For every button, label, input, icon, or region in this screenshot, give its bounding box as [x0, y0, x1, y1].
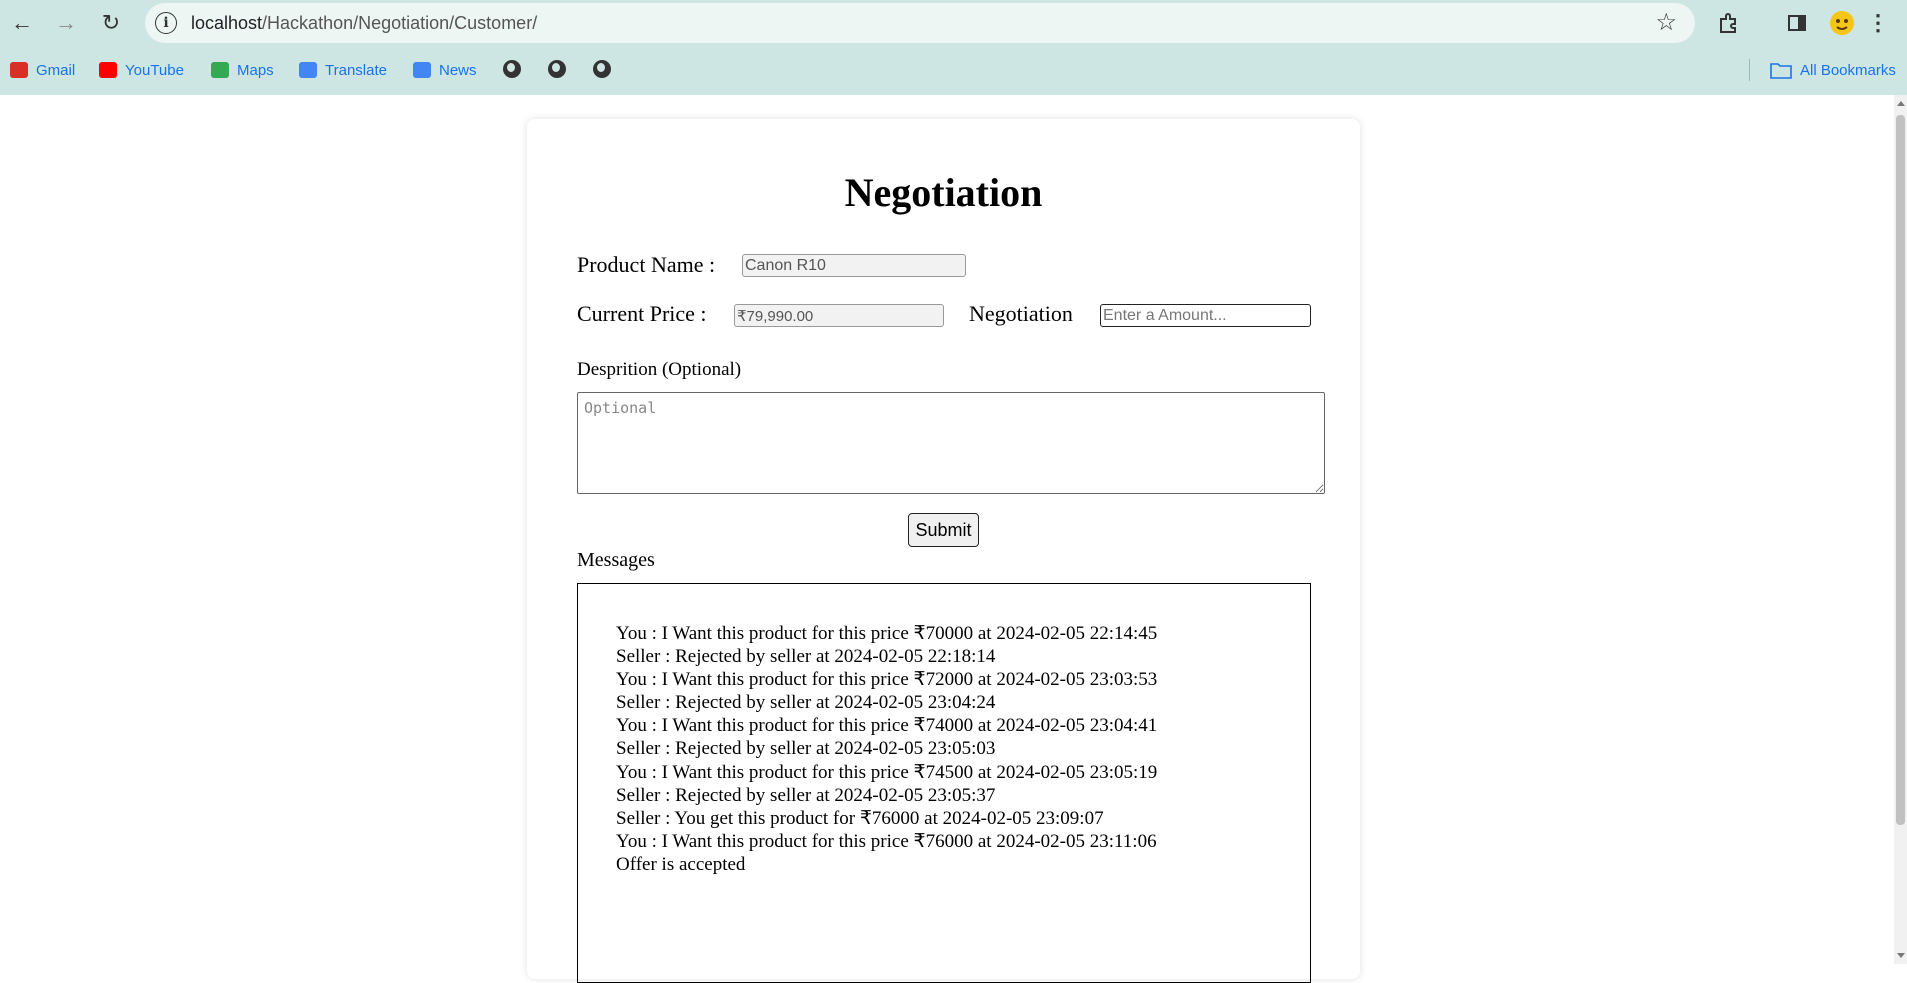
- bookmark-label: News: [439, 61, 477, 79]
- page-title: Negotiation: [844, 170, 1043, 215]
- messages-label: Messages: [577, 549, 655, 571]
- translate-icon: [299, 62, 317, 78]
- message-item: You : I Want this product for this price…: [616, 761, 1158, 783]
- description-label: Desprition (Optional): [577, 359, 742, 380]
- message-item: You : I Want this product for this price…: [616, 715, 1158, 737]
- bookmark-label: Translate: [325, 61, 387, 79]
- menu-icon[interactable]: ⋮: [1867, 8, 1889, 38]
- globe-icon[interactable]: [503, 60, 521, 78]
- bookmark-youtube[interactable]: YouTube: [99, 56, 184, 84]
- message-item: Offer is accepted: [616, 853, 746, 875]
- negotiation-amount-input[interactable]: Enter a Amount...: [1100, 304, 1311, 327]
- extensions-icon[interactable]: [1716, 8, 1742, 38]
- description-textarea[interactable]: [577, 392, 1325, 494]
- bookmark-gmail[interactable]: Gmail: [10, 56, 75, 84]
- message-item: You : I Want this product for this price…: [616, 830, 1157, 852]
- bookmark-label: Maps: [237, 61, 274, 79]
- gmail-icon: [10, 62, 28, 78]
- scrollbar-thumb[interactable]: [1896, 115, 1905, 825]
- message-list: You : I Want this product for this price…: [616, 622, 1157, 876]
- bookmark-label: Gmail: [36, 61, 76, 79]
- message-item: Seller : Rejected by seller at 2024-02-0…: [616, 646, 996, 668]
- url-text[interactable]: localhost/Hackathon/Negotiation/Customer…: [191, 13, 537, 34]
- bookmark-star-icon[interactable]: ☆: [1655, 8, 1677, 37]
- url-path: /Hackathon/Negotiation/Customer/: [262, 13, 538, 33]
- maps-icon: [211, 62, 229, 78]
- back-icon[interactable]: ←: [7, 8, 37, 38]
- bookmark-news[interactable]: News: [413, 56, 477, 84]
- messages-box[interactable]: You : I Want this product for this price…: [577, 583, 1311, 983]
- product-name-label: Product Name :: [577, 252, 716, 277]
- message-item: Seller : Rejected by seller at 2024-02-0…: [616, 784, 996, 806]
- scroll-up-icon[interactable]: [1897, 101, 1905, 106]
- current-price-label: Current Price :: [577, 301, 707, 326]
- forward-icon[interactable]: →: [51, 8, 81, 38]
- url-host: localhost: [191, 13, 263, 33]
- address-bar[interactable]: i localhost/Hackathon/Negotiation/Custom…: [145, 3, 1695, 43]
- message-item: Seller : Rejected by seller at 2024-02-0…: [616, 738, 996, 760]
- message-item: Seller : You get this product for ₹76000…: [616, 807, 1104, 829]
- site-info-icon[interactable]: i: [155, 12, 177, 34]
- profile-avatar[interactable]: [1828, 8, 1856, 38]
- bookmark-maps[interactable]: Maps: [211, 56, 274, 84]
- submit-button[interactable]: Submit: [908, 513, 979, 547]
- all-bookmarks-label: All Bookmarks: [1800, 61, 1896, 79]
- globe-icon[interactable]: [593, 60, 611, 78]
- folder-icon: [1770, 63, 1792, 79]
- page-scrollbar[interactable]: [1894, 95, 1907, 964]
- all-bookmarks[interactable]: All Bookmarks: [1770, 56, 1896, 84]
- message-item: You : I Want this product for this price…: [616, 623, 1158, 644]
- bookmark-translate[interactable]: Translate: [299, 56, 387, 84]
- youtube-icon: [99, 62, 117, 78]
- bookmarks-divider: [1749, 59, 1750, 81]
- current-price-field[interactable]: ₹79,990.00: [734, 304, 944, 327]
- message-item: You : I Want this product for this price…: [616, 669, 1158, 691]
- globe-icon[interactable]: [548, 60, 566, 78]
- negotiation-card: Negotiation Product Name : Canon R10 Cur…: [527, 119, 1360, 983]
- news-icon: [413, 62, 431, 78]
- side-panel-icon[interactable]: [1784, 8, 1810, 38]
- negotiation-label: Negotiation: [969, 301, 1073, 326]
- message-item: Seller : Rejected by seller at 2024-02-0…: [616, 692, 996, 714]
- product-name-field[interactable]: Canon R10: [742, 254, 966, 277]
- scroll-down-icon[interactable]: [1897, 953, 1905, 958]
- browser-toolbar: ← → ↻ i localhost/Hackathon/Negotiation/…: [0, 0, 1907, 95]
- reload-icon[interactable]: ↻: [96, 8, 126, 38]
- bookmark-label: YouTube: [125, 61, 184, 79]
- bookmarks-bar: Gmail YouTube Maps Translate News All Bo…: [0, 56, 1907, 84]
